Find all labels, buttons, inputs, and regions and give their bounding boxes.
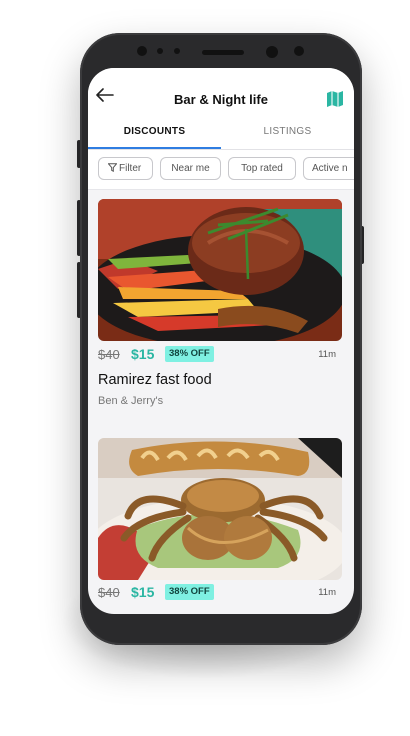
original-price: $40 [98,585,120,600]
near-me-chip[interactable]: Near me [160,157,221,180]
active-now-chip[interactable]: Active n [303,157,354,180]
price-row: $40 $15 38% OFF 11m [98,346,342,364]
distance-label: 11m [318,349,336,360]
sensor [294,46,304,56]
discounted-price: $15 [131,346,155,362]
map-icon[interactable] [326,90,344,108]
tab-bar: DISCOUNTS LISTINGS [88,114,354,150]
discount-badge: 38% OFF [165,584,214,600]
tab-listings[interactable]: LISTINGS [221,126,354,137]
food-image[interactable] [98,199,342,341]
sensor [157,48,163,54]
venue-subtitle: Ben & Jerry's [98,395,164,407]
app-screen: Bar & Night life DISCOUNTS LISTINGS Filt… [88,68,354,614]
price-row: $40 $15 38% OFF 11m [98,584,342,602]
active-tab-indicator [88,147,221,149]
sensor [174,48,180,54]
tab-discounts[interactable]: DISCOUNTS [88,126,221,137]
top-rated-chip[interactable]: Top rated [228,157,296,180]
food-image[interactable] [98,438,342,580]
page-title: Bar & Night life [174,92,268,107]
filter-chips: Filter Near me Top rated Active n [88,150,354,190]
original-price: $40 [98,347,120,362]
venue-name[interactable]: Ramirez fast food [98,372,212,388]
discounted-price: $15 [131,584,155,600]
speaker-grille [202,50,244,55]
filter-chip-label: Filter [119,163,142,174]
filter-chip[interactable]: Filter [98,157,153,180]
filter-funnel-icon [108,163,117,172]
app-bar: Bar & Night life [88,68,354,114]
front-camera [266,46,278,58]
front-camera [137,46,147,56]
distance-label: 11m [318,587,336,598]
discount-badge: 38% OFF [165,346,214,362]
